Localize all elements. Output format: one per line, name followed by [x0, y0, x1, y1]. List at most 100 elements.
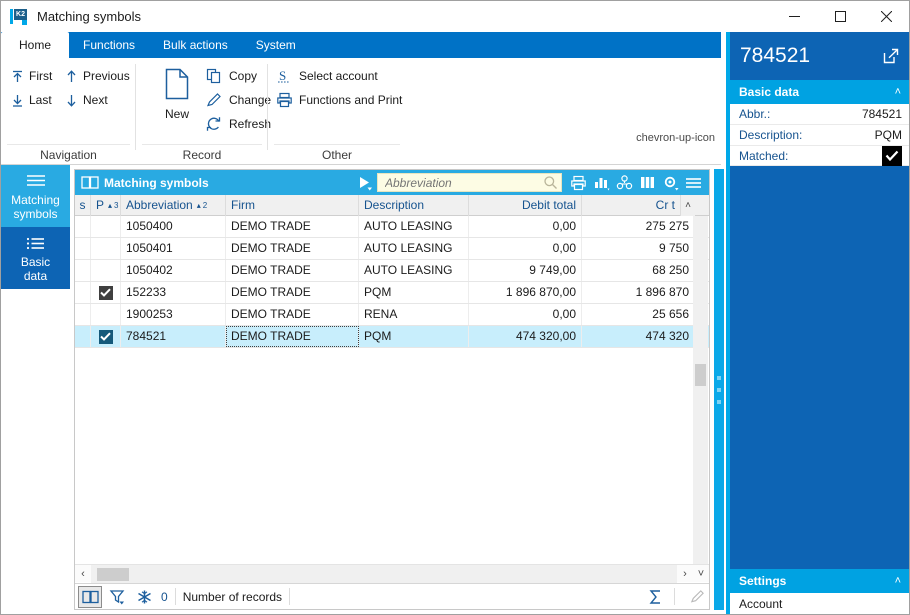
external-link-icon[interactable] [882, 47, 900, 65]
print-tool-icon[interactable] [567, 173, 590, 193]
cell-description: AUTO LEASING [359, 216, 469, 237]
sidebar-item-basic-data[interactable]: Basic data [1, 227, 70, 289]
new-button-label: New [165, 107, 189, 121]
column-header-s[interactable]: s [75, 195, 91, 216]
search-input[interactable] [383, 175, 541, 191]
nav-last-label: Last [29, 93, 52, 107]
detail-panel-header: 784521 [730, 32, 910, 80]
ribbon-group-navigation-label: Navigation [1, 148, 136, 162]
grid-horizontal-scrollbar[interactable]: ‹ › ˅ [75, 564, 709, 582]
field-abbr-label: Abbr.: [739, 107, 770, 121]
table-row[interactable]: 1050402 DEMO TRADE AUTO LEASING 9 749,00… [75, 260, 709, 282]
magnifier-icon[interactable] [541, 174, 559, 191]
scroll-right-arrow-icon[interactable]: › [677, 568, 693, 580]
grid-vertical-scrollbar[interactable] [693, 216, 708, 564]
close-button[interactable] [863, 1, 909, 32]
functions-and-print-button[interactable]: Functions and Print [276, 89, 402, 111]
menu-tool-icon[interactable] [682, 173, 705, 193]
tab-functions[interactable]: Functions [69, 32, 149, 58]
tab-system[interactable]: System [242, 32, 310, 58]
scroll-left-arrow-icon[interactable]: ‹ [75, 568, 91, 580]
freeze-button[interactable] [132, 586, 156, 608]
table-row[interactable]: 1050400 DEMO TRADE AUTO LEASING 0,00 275… [75, 216, 709, 238]
column-header-credit-total[interactable]: Cr t [582, 195, 681, 216]
column-header-description[interactable]: Description [359, 195, 469, 216]
svg-text:S: S [279, 68, 286, 83]
pivot-tool-icon[interactable] [613, 173, 636, 193]
section-title-basic-data: Basic data [739, 85, 799, 99]
field-matched-checkbox[interactable] [882, 146, 902, 166]
book-view-button[interactable] [78, 586, 102, 608]
column-header-p[interactable]: P ▴ 3 [91, 195, 121, 216]
cell-s [75, 304, 91, 325]
panel-splitter[interactable] [714, 169, 724, 610]
cell-p[interactable] [91, 326, 121, 347]
cell-debit-total: 0,00 [469, 216, 582, 237]
column-header-firm[interactable]: Firm [226, 195, 359, 216]
grid-horizontal-scroll-track[interactable] [91, 565, 677, 583]
grid-title: Matching symbols [104, 176, 209, 190]
column-header-debit-total[interactable]: Debit total [469, 195, 582, 216]
row-checkbox-checked[interactable] [99, 330, 113, 344]
arrow-up-to-line-icon [9, 68, 26, 85]
column-options-chevron-icon[interactable]: ˄ [681, 195, 695, 216]
collapse-chevron-icon[interactable]: ˄ [895, 87, 901, 98]
play-dropdown-icon[interactable] [357, 175, 373, 191]
cell-p[interactable] [91, 282, 121, 303]
copy-label: Copy [229, 69, 257, 83]
field-description-value[interactable]: PQM [875, 128, 902, 142]
sigma-icon[interactable] [643, 586, 667, 608]
table-row[interactable]: 1900253 DEMO TRADE RENA 0,00 25 656 [75, 304, 709, 326]
arrow-down-icon [63, 92, 80, 109]
cell-abbreviation: 1050401 [121, 238, 226, 259]
minimize-button[interactable] [771, 1, 817, 32]
nav-previous-button[interactable]: Previous [63, 65, 130, 87]
settings-tool-icon[interactable] [659, 173, 682, 193]
sidebar-item-matching-symbols[interactable]: Matching symbols [1, 165, 70, 227]
window-controls [771, 1, 909, 32]
scroll-dropdown-arrow-icon[interactable]: ˅ [693, 568, 709, 580]
cell-p[interactable] [91, 260, 121, 281]
nav-first-label: First [29, 69, 52, 83]
cell-p[interactable] [91, 238, 121, 259]
nav-last-button[interactable]: Last [9, 89, 52, 111]
refresh-button[interactable]: Refresh [206, 113, 271, 135]
maximize-button[interactable] [817, 1, 863, 32]
grid-horizontal-scroll-thumb[interactable] [97, 568, 129, 581]
cell-firm[interactable]: DEMO TRADE [226, 326, 359, 347]
select-account-button[interactable]: S Select account [276, 65, 378, 87]
tab-home[interactable]: Home [1, 32, 69, 58]
filter-button[interactable] [105, 586, 129, 608]
column-header-abbreviation[interactable]: Abbreviation ▴ 2 [121, 195, 226, 216]
tab-bulk-actions[interactable]: Bulk actions [149, 32, 242, 58]
table-row[interactable]: 152233 DEMO TRADE PQM 1 896 870,00 1 896… [75, 282, 709, 304]
nav-next-button[interactable]: Next [63, 89, 108, 111]
copy-button[interactable]: Copy [206, 65, 257, 87]
nav-first-button[interactable]: First [9, 65, 52, 87]
cell-debit-total: 0,00 [469, 238, 582, 259]
book-icon [81, 175, 99, 191]
columns-tool-icon[interactable] [636, 173, 659, 193]
ribbon-tabs: Home Functions Bulk actions System [1, 32, 721, 58]
table-row[interactable]: 1050401 DEMO TRADE AUTO LEASING 0,00 9 7… [75, 238, 709, 260]
sidebar-item-matching-symbols-label-1: Matching [9, 193, 62, 207]
chart-tool-icon[interactable] [590, 173, 613, 193]
ribbon-group-record: New Copy [136, 58, 268, 164]
edit-pencil-icon[interactable] [685, 586, 709, 608]
new-button[interactable]: New [150, 64, 204, 138]
row-checkbox-checked[interactable] [99, 286, 113, 300]
cell-description: PQM [359, 326, 469, 347]
chevron-up-icon[interactable]: chevron-up-icon [636, 133, 715, 144]
cell-p[interactable] [91, 216, 121, 237]
grid-vertical-scroll-thumb[interactable] [695, 364, 706, 386]
field-abbr: Abbr.: 784521 [730, 104, 910, 125]
cell-firm: DEMO TRADE [226, 216, 359, 237]
cell-p[interactable] [91, 304, 121, 325]
collapse-chevron-icon[interactable]: ˄ [895, 576, 901, 587]
field-abbr-value[interactable]: 784521 [862, 107, 902, 121]
section-header-basic-data[interactable]: Basic data ˄ [730, 80, 910, 104]
section-header-settings[interactable]: Settings ˄ [730, 569, 910, 593]
search-box[interactable] [377, 173, 562, 192]
change-button[interactable]: Change [206, 89, 271, 111]
table-row-selected[interactable]: 784521 DEMO TRADE PQM 474 320,00 474 320 [75, 326, 709, 348]
